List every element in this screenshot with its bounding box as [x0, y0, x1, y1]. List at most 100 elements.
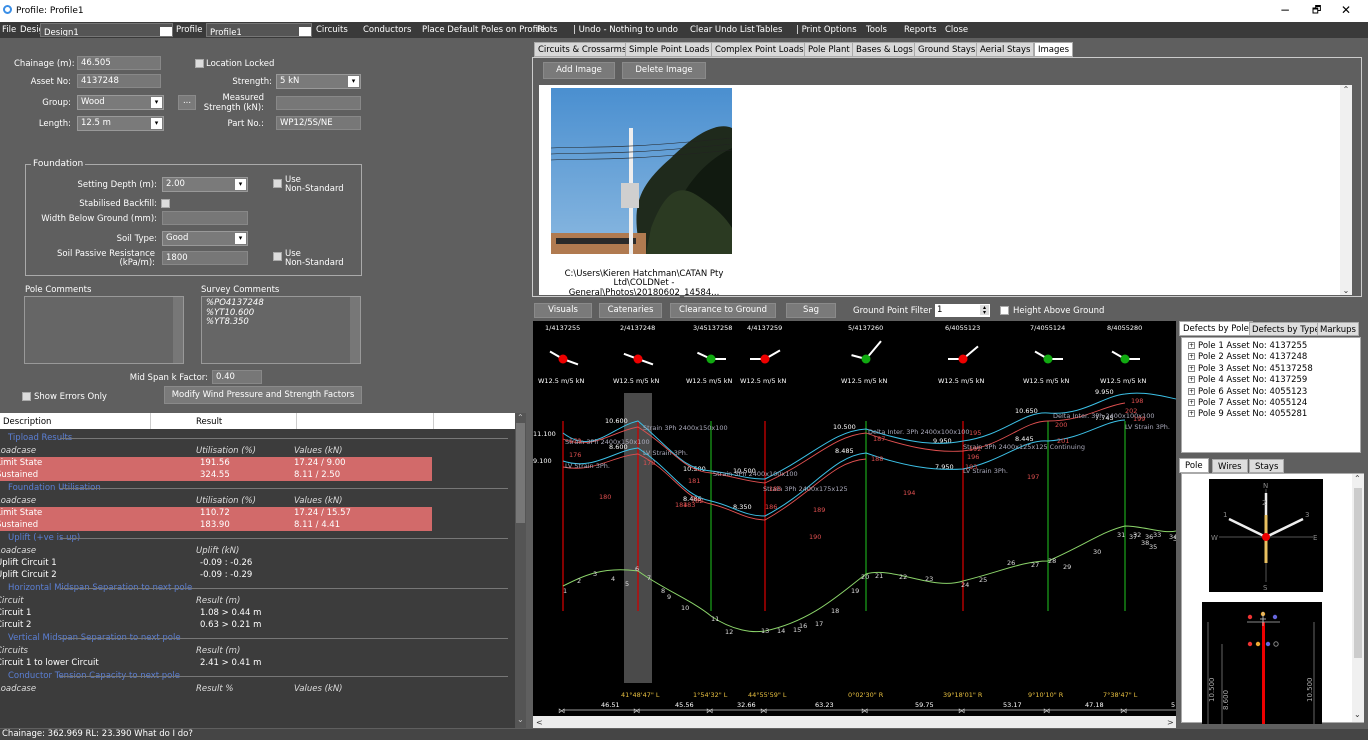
profile-select[interactable]: Profile1 ▾	[206, 23, 312, 37]
tab-ground-stays[interactable]: Ground Stays	[914, 42, 980, 57]
tab-wires[interactable]: Wires	[1212, 459, 1248, 473]
menu-tools[interactable]: Tools	[866, 25, 887, 35]
spinner-arrows-icon[interactable]: ▴ ▾	[980, 305, 989, 316]
pole-comments-textarea[interactable]	[24, 296, 184, 364]
modify-wind-pressure-button[interactable]: Modify Wind Pressure and Strength Factor…	[164, 386, 362, 404]
measured-strength-input[interactable]	[276, 96, 361, 110]
tab-pole-plant[interactable]: Pole Plant	[804, 42, 854, 57]
results-row[interactable]: Limit State 110.72 17.24 / 15.57	[0, 507, 432, 519]
show-errors-checkbox[interactable]	[22, 392, 31, 401]
col-description[interactable]: Description	[3, 417, 51, 427]
length-select[interactable]: 12.5 m ▾	[77, 116, 164, 131]
clearance-to-ground-button[interactable]: Clearance to Ground	[670, 303, 776, 318]
expand-icon[interactable]: +	[1188, 342, 1195, 349]
expand-icon[interactable]: +	[1188, 398, 1195, 406]
results-row[interactable]: Circuit 1 to lower Circuit 2.41 > 0.41 m	[0, 657, 516, 669]
survey-comments-textarea[interactable]: %PO4137248 %YT10.600 %YT8.350	[201, 296, 361, 364]
soil-passive-input[interactable]: 1800	[162, 251, 248, 265]
setting-depth-select[interactable]: 2.00 ▾	[162, 177, 248, 192]
tab-simple-point-loads[interactable]: Simple Point Loads	[625, 42, 714, 57]
menu-file[interactable]: File	[2, 25, 16, 35]
menu-undo[interactable]: | Undo - Nothing to undo	[573, 25, 678, 35]
spr-non-standard-checkbox[interactable]	[273, 252, 282, 261]
scrollbar-thumb[interactable]	[1354, 488, 1362, 658]
results-row[interactable]: Sustained 183.90 8.11 / 4.41	[0, 519, 432, 531]
results-row[interactable]: Circuit 1 1.08 > 0.44 m	[0, 607, 516, 619]
minimize-button[interactable]: −	[1280, 3, 1290, 17]
tab-circuits-crossarms[interactable]: Circuits & Crossarms	[534, 42, 631, 57]
tab-pole[interactable]: Pole	[1179, 458, 1209, 473]
pole-view-scrollbar[interactable]: ⌃ ⌄	[1352, 474, 1364, 722]
ground-point-filter-spinner[interactable]: 1 ▴ ▾	[935, 304, 990, 317]
tab-complex-point-loads[interactable]: Complex Point Loads	[711, 42, 808, 57]
defect-tree-item[interactable]: + Pole 9 Asset No: 4055281	[1188, 409, 1313, 420]
images-scrollbar[interactable]: ⌃ ⌄	[1340, 85, 1352, 295]
expand-icon[interactable]: +	[1188, 410, 1195, 418]
tab-images[interactable]: Images	[1034, 42, 1074, 57]
scroll-up-icon[interactable]: ⌃	[517, 413, 524, 422]
mid-span-k-input[interactable]: 0.40	[212, 370, 262, 384]
results-row[interactable]: Limit State 191.56 17.24 / 9.00	[0, 457, 432, 469]
menu-clear-undo[interactable]: Clear Undo List	[690, 25, 755, 35]
pole-comments-scrollbar[interactable]	[173, 297, 183, 363]
visuals-button[interactable]: Visuals	[534, 303, 592, 318]
restore-button[interactable]: 🗗	[1312, 3, 1321, 20]
menu-conductors[interactable]: Conductors	[363, 25, 411, 35]
scroll-down-icon[interactable]: ⌄	[1340, 286, 1352, 295]
soil-type-select[interactable]: Good ▾	[162, 231, 248, 246]
location-locked-checkbox[interactable]	[195, 59, 204, 68]
results-row[interactable]: Uplift Circuit 2 -0.09 : -0.29	[0, 569, 516, 581]
defect-tree-item[interactable]: + Pole 6 Asset No: 4055123	[1188, 387, 1313, 398]
width-below-ground-input[interactable]	[162, 211, 248, 225]
chainage-input[interactable]: 46.505	[77, 56, 161, 70]
tab-aerial-stays[interactable]: Aerial Stays	[976, 42, 1035, 57]
defect-tree-item[interactable]: + Pole 1 Asset No: 4137255	[1188, 341, 1313, 352]
catenaries-button[interactable]: Catenaries	[599, 303, 662, 318]
menu-close[interactable]: Close	[945, 25, 968, 35]
strength-select[interactable]: 5 kN ▾	[276, 74, 361, 89]
tab-bases-logs[interactable]: Bases & Logs	[852, 42, 917, 57]
defect-tree-item[interactable]: + Pole 2 Asset No: 4137248	[1188, 352, 1313, 363]
scroll-down-icon[interactable]: ⌄	[517, 715, 524, 724]
add-image-button[interactable]: Add Image	[543, 62, 615, 79]
survey-comments-scrollbar[interactable]	[350, 297, 360, 363]
defect-tree-item[interactable]: + Pole 7 Asset No: 4055124	[1188, 398, 1313, 409]
menu-print-options[interactable]: | Print Options	[796, 25, 857, 35]
sag-button[interactable]: Sag	[786, 303, 836, 318]
scrollbar-thumb[interactable]	[516, 423, 525, 523]
asset-input[interactable]: 4137248	[77, 74, 161, 88]
defect-tree-item[interactable]: + Pole 3 Asset No: 45137258	[1188, 364, 1313, 375]
expand-icon[interactable]: +	[1188, 353, 1195, 361]
expand-icon[interactable]: +	[1188, 364, 1195, 372]
results-scrollbar[interactable]: ⌃ ⌄	[515, 413, 526, 728]
delete-image-button[interactable]: Delete Image	[622, 62, 706, 79]
results-row[interactable]: Sustained 324.55 8.11 / 2.50	[0, 469, 432, 481]
defect-tree-item[interactable]: + Pole 4 Asset No: 4137259	[1188, 375, 1313, 386]
design-select[interactable]: Design1 ▾	[40, 23, 173, 37]
expand-icon[interactable]: +	[1188, 376, 1195, 384]
scroll-up-icon[interactable]: ⌃	[1340, 85, 1352, 94]
results-row[interactable]: Uplift Circuit 1 -0.09 : -0.26	[0, 557, 516, 569]
profile-drawing[interactable]: 1/4137255 W12.5 m/5 kN 2/4137248 W12.5 m/5 …	[533, 321, 1176, 728]
close-button[interactable]: ✕	[1341, 3, 1351, 17]
menu-plots[interactable]: Plots	[537, 25, 557, 35]
expand-icon[interactable]: +	[1188, 387, 1195, 395]
menu-tables[interactable]: Tables	[756, 25, 782, 35]
col-result[interactable]: Result	[196, 417, 222, 427]
tab-stays[interactable]: Stays	[1249, 459, 1285, 473]
menu-place-default-poles[interactable]: Place Default Poles on Profile	[422, 25, 546, 35]
scroll-down-icon[interactable]: ⌄	[1354, 710, 1361, 719]
scroll-up-icon[interactable]: ⌃	[1354, 474, 1361, 483]
results-row[interactable]: Circuit 2 0.63 > 0.21 m	[0, 619, 516, 631]
group-select[interactable]: Wood ▾	[77, 95, 164, 110]
menu-reports[interactable]: Reports	[904, 25, 937, 35]
stabilised-backfill-checkbox[interactable]	[161, 199, 170, 208]
part-number-input[interactable]: WP12/5S/NE	[276, 116, 361, 130]
tab-markups[interactable]: Markups	[1317, 322, 1359, 336]
height-above-ground-checkbox[interactable]	[1000, 306, 1009, 315]
tab-defects-by-type[interactable]: Defects by Type	[1249, 322, 1323, 336]
menu-circuits[interactable]: Circuits	[316, 25, 348, 35]
setting-non-standard-checkbox[interactable]	[273, 179, 282, 188]
pole-photo-thumbnail[interactable]	[551, 88, 732, 254]
tab-defects-by-pole[interactable]: Defects by Pole	[1179, 321, 1253, 336]
